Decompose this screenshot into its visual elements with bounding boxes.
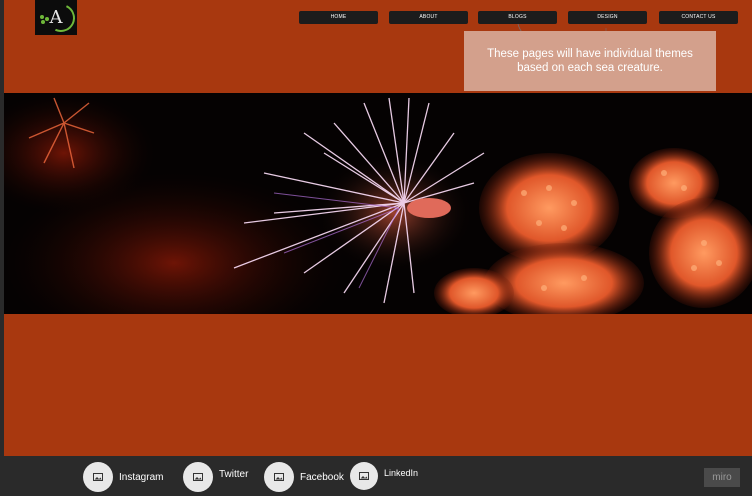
- hero-banner-image: [4, 93, 752, 314]
- social-twitter-link[interactable]: Twitter: [183, 462, 248, 492]
- social-linkedin-badge: [350, 462, 378, 490]
- annotation-text: These pages will have individual themes …: [487, 48, 693, 74]
- nav-home-button[interactable]: HOME: [299, 11, 378, 24]
- image-icon: [93, 473, 103, 481]
- nav-contact-button[interactable]: CONTACT US: [659, 11, 738, 24]
- image-icon: [274, 473, 284, 481]
- social-linkedin-link[interactable]: LinkedIn: [350, 462, 418, 490]
- main-nav: HOME ABOUT BLOGS DESIGN CONTACT US: [0, 11, 752, 24]
- social-twitter-label: Twitter: [219, 468, 249, 480]
- logo-letter: A: [49, 7, 63, 28]
- social-twitter-badge: [183, 462, 213, 492]
- footer-bar: Instagram Twitter Facebook LinkedIn: [0, 456, 752, 496]
- social-instagram-link[interactable]: Instagram: [83, 462, 163, 492]
- social-instagram-label: Instagram: [119, 471, 164, 483]
- image-icon: [193, 473, 203, 481]
- social-facebook-link[interactable]: Facebook: [264, 462, 344, 492]
- social-facebook-label: Facebook: [300, 471, 344, 483]
- annotation-sticky-note[interactable]: These pages will have individual themes …: [464, 31, 716, 91]
- social-instagram-badge: [83, 462, 113, 492]
- social-linkedin-label: LinkedIn: [384, 468, 419, 478]
- image-icon: [359, 472, 369, 480]
- social-facebook-badge: [264, 462, 294, 492]
- miro-watermark: miro: [704, 468, 740, 487]
- nav-about-button[interactable]: ABOUT: [389, 11, 468, 24]
